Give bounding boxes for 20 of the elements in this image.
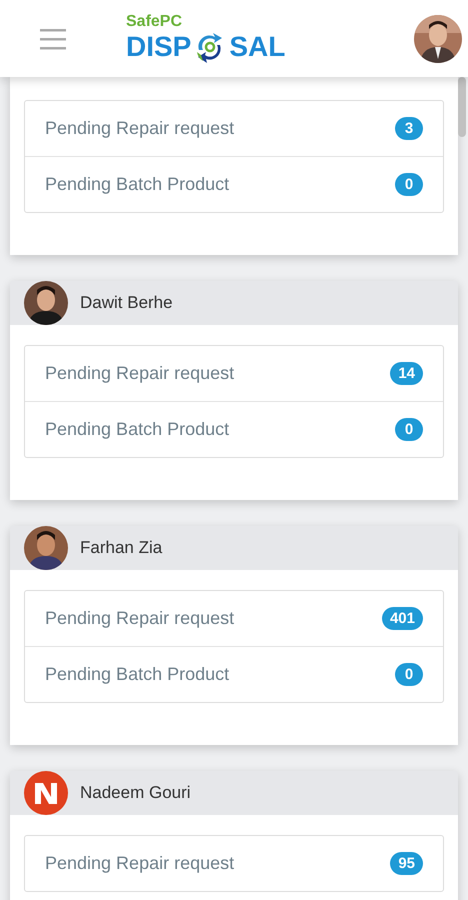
menu-icon[interactable] — [40, 28, 66, 50]
count-badge: 0 — [395, 173, 423, 196]
logo-text: DISP — [126, 32, 192, 60]
count-badge: 3 — [395, 117, 423, 140]
list-item[interactable]: Pending Repair request 3 — [25, 101, 443, 156]
list-item[interactable]: Pending Batch Product 0 — [25, 646, 443, 702]
list-item[interactable]: Pending Repair request 401 — [25, 591, 443, 646]
count-badge: 401 — [382, 607, 423, 630]
count-badge: 0 — [395, 418, 423, 441]
list-item[interactable]: Pending Repair request 14 — [25, 346, 443, 401]
list-item[interactable]: Pending Batch Product 0 — [25, 156, 443, 212]
user-name: Dawit Berhe — [80, 293, 173, 313]
logo-text: SAL — [229, 32, 286, 60]
user-name: Nadeem Gouri — [80, 783, 191, 803]
logo-text: SafePC — [126, 14, 184, 30]
count-badge: 0 — [395, 663, 423, 686]
list-item[interactable]: Pending Batch Product 0 — [25, 401, 443, 457]
count-badge: 14 — [390, 362, 423, 385]
count-badge: 95 — [390, 852, 423, 875]
user-name: Farhan Zia — [80, 538, 162, 558]
